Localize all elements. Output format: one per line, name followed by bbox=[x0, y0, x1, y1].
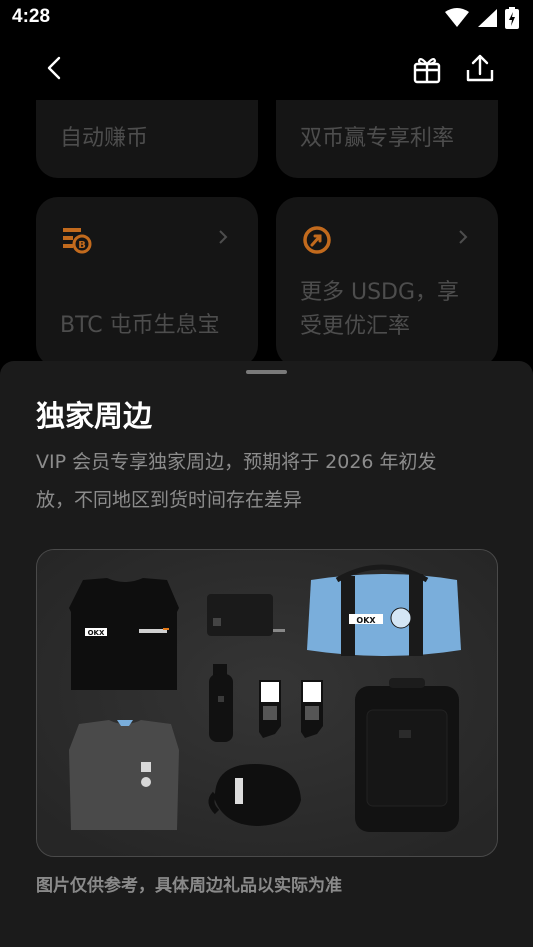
chevron-right-icon bbox=[459, 230, 468, 244]
bag-brand-text: OKX bbox=[356, 616, 376, 625]
merch-illustration: OKX OKX bbox=[37, 550, 497, 856]
sheet-description: VIP 会员专享独家周边，预期将于 2026 年初发 放，不同地区到货时间存在差… bbox=[36, 443, 486, 519]
sheet-drag-handle[interactable] bbox=[246, 370, 287, 374]
wifi-icon bbox=[445, 8, 469, 27]
gift-button[interactable] bbox=[408, 50, 446, 88]
tshirt-brand-text: OKX bbox=[88, 629, 105, 637]
black-tshirt: OKX bbox=[69, 578, 179, 690]
grey-sweatshirt bbox=[69, 720, 179, 830]
sheet-disclaimer: 图片仅供参考，具体周边礼品以实际为准 bbox=[36, 876, 342, 896]
card-btc-savings-label: BTC 屯币生息宝 bbox=[60, 313, 220, 338]
top-nav bbox=[0, 40, 533, 98]
usdg-rate-icon bbox=[303, 226, 331, 254]
card-auto-earn-label: 自动赚币 bbox=[60, 126, 149, 151]
card-usdg-rate-label-line2: 受更优汇率 bbox=[300, 314, 411, 339]
back-icon bbox=[47, 56, 61, 80]
battery-icon bbox=[505, 7, 519, 29]
water-bottle bbox=[209, 664, 233, 742]
card-btc-savings[interactable]: B BTC 屯币生息宝 bbox=[36, 197, 258, 367]
back-button[interactable] bbox=[36, 50, 72, 86]
card-auto-earn[interactable]: 自动赚币 bbox=[36, 100, 258, 178]
gift-icon bbox=[413, 57, 441, 84]
signal-icon bbox=[478, 9, 497, 27]
sheet-title: 独家周边 bbox=[36, 399, 153, 433]
merch-bottom-sheet: 独家周边 VIP 会员专享独家周边，预期将于 2026 年初发 放，不同地区到货… bbox=[0, 361, 533, 947]
share-icon bbox=[466, 54, 494, 82]
card-usdg-rate-label-line1: 更多 USDG，享 bbox=[300, 280, 460, 305]
sheet-description-line2: 放，不同地区到货时间存在差异 bbox=[36, 489, 303, 511]
sheet-description-line1: VIP 会员专享独家周边，预期将于 2026 年初发 bbox=[36, 451, 437, 473]
card-usdg-rate[interactable]: 更多 USDG，享 受更优汇率 bbox=[276, 197, 498, 367]
card-dual-currency-label: 双币赢专享利率 bbox=[300, 126, 455, 151]
share-button[interactable] bbox=[460, 49, 500, 87]
card-dual-currency[interactable]: 双币赢专享利率 bbox=[276, 100, 498, 178]
backpack bbox=[355, 678, 459, 832]
merch-image: OKX OKX bbox=[36, 549, 498, 857]
chevron-right-icon bbox=[219, 230, 228, 244]
status-icons bbox=[445, 7, 519, 29]
status-time: 4:28 bbox=[12, 6, 51, 27]
svg-text:B: B bbox=[78, 240, 86, 251]
status-bar: 4:28 bbox=[0, 0, 533, 38]
btc-savings-icon: B bbox=[63, 228, 92, 254]
duffel-bag: OKX bbox=[307, 564, 461, 656]
